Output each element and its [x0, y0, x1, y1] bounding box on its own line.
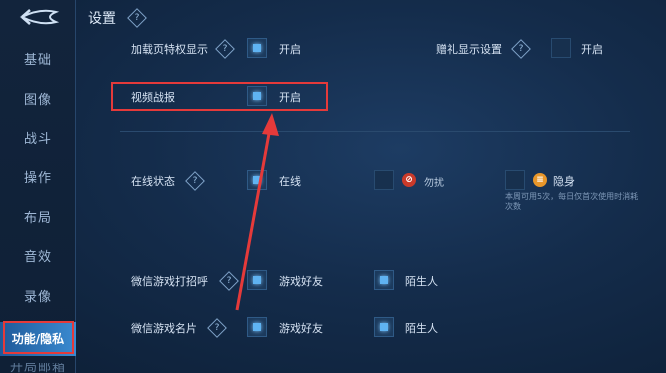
annotation-arrow [235, 113, 279, 311]
